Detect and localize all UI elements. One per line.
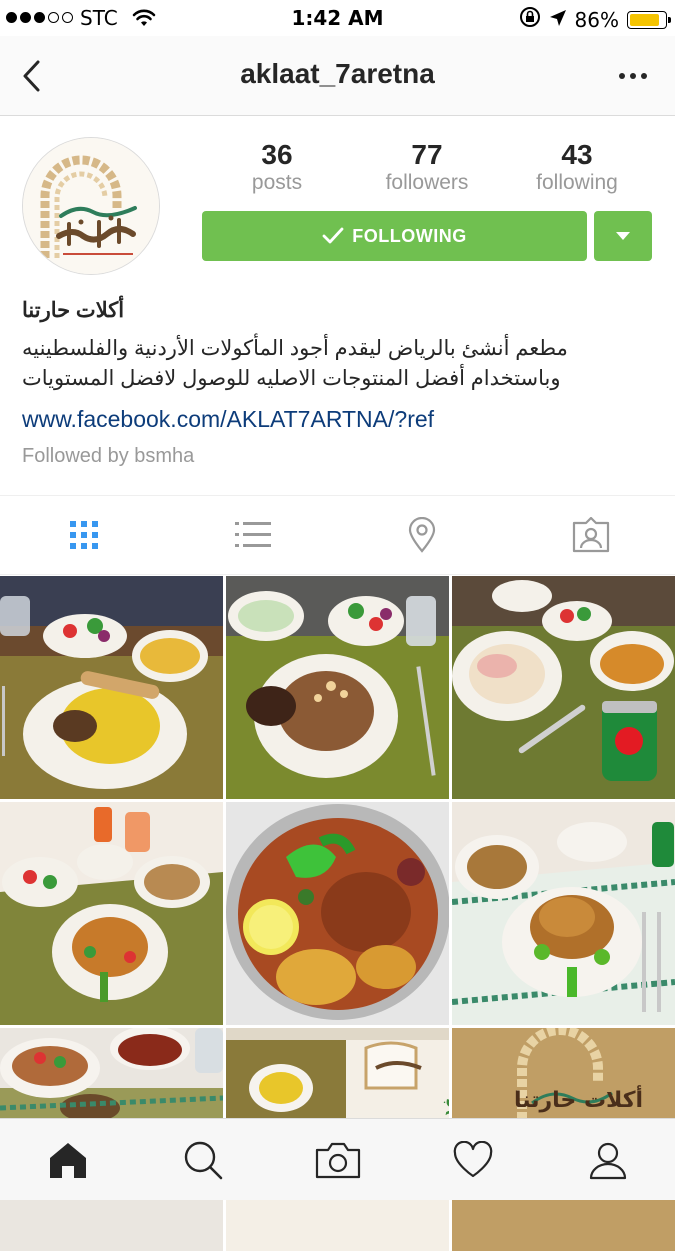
food-photo-image bbox=[226, 576, 449, 799]
battery-percent: 86% bbox=[574, 7, 619, 32]
followers-count: 77 bbox=[411, 139, 443, 170]
profile-bio: أكلات حارتنا مطعم أنشئ بالرياض ليقدم أجو… bbox=[22, 296, 652, 470]
heart-icon bbox=[453, 1140, 492, 1177]
camera-icon bbox=[315, 1142, 360, 1178]
following-button[interactable]: FOLLOWING bbox=[202, 211, 587, 261]
following-button-label: FOLLOWING bbox=[352, 225, 467, 246]
post-thumbnail[interactable] bbox=[0, 802, 223, 1025]
tab-location[interactable] bbox=[338, 496, 507, 574]
status-bar: STC 1:42 AM 86% bbox=[0, 0, 675, 36]
grid-icon bbox=[70, 521, 99, 549]
bio-text: مطعم أنشئ بالرياض ليقدم أجود المأكولات ا… bbox=[22, 337, 568, 390]
avatar[interactable] bbox=[22, 137, 160, 275]
tab-home[interactable] bbox=[0, 1119, 135, 1200]
food-photo-image bbox=[452, 576, 675, 799]
bio-link[interactable]: www.facebook.com/AKLAT7ARTNA/?ref bbox=[22, 404, 652, 434]
tab-camera[interactable] bbox=[270, 1119, 405, 1200]
post-thumbnail[interactable] bbox=[452, 576, 675, 799]
page-title: aklaat_7aretna bbox=[240, 58, 435, 89]
home-icon bbox=[49, 1142, 86, 1178]
location-arrow-icon bbox=[549, 8, 567, 32]
restaurant-logo bbox=[23, 138, 159, 274]
battery-level bbox=[630, 13, 660, 26]
posts-count: 36 bbox=[261, 139, 293, 170]
logo-text: أكلات حارتنا bbox=[514, 1088, 644, 1113]
navigation-bar: aklaat_7aretna bbox=[0, 36, 675, 116]
profile-icon bbox=[589, 1142, 626, 1179]
profile-name: أكلات حارتنا bbox=[22, 299, 125, 322]
following-count: 43 bbox=[561, 139, 593, 170]
stat-followers[interactable]: 77 followers bbox=[352, 138, 502, 194]
status-right: 86% bbox=[519, 6, 671, 33]
suggestions-dropdown-button[interactable] bbox=[594, 211, 652, 261]
location-pin-icon bbox=[408, 517, 435, 553]
post-thumbnail[interactable] bbox=[226, 802, 449, 1025]
food-photo-image bbox=[226, 802, 449, 1025]
tab-search[interactable] bbox=[135, 1119, 270, 1200]
stat-posts[interactable]: 36 posts bbox=[202, 138, 352, 194]
bottom-navigation bbox=[0, 1118, 675, 1200]
profile-stats: 36 posts 77 followers 43 following bbox=[202, 138, 652, 194]
food-photo-image bbox=[0, 802, 223, 1025]
search-icon bbox=[184, 1141, 222, 1179]
post-thumbnail[interactable] bbox=[226, 576, 449, 799]
posts-label: posts bbox=[251, 171, 303, 194]
profile-tabs bbox=[0, 495, 675, 575]
followed-by-text[interactable]: Followed by bsmha bbox=[22, 442, 652, 470]
followers-label: followers bbox=[385, 171, 469, 194]
tagged-photos-icon bbox=[572, 517, 609, 553]
tab-grid[interactable] bbox=[0, 496, 169, 574]
following-label: following bbox=[536, 171, 618, 194]
tab-activity[interactable] bbox=[405, 1119, 540, 1200]
food-photo-image bbox=[452, 802, 675, 1025]
battery-icon bbox=[627, 10, 671, 29]
tab-profile[interactable] bbox=[540, 1119, 675, 1200]
list-icon bbox=[235, 522, 272, 547]
tab-list[interactable] bbox=[169, 496, 338, 574]
food-photo-image bbox=[0, 576, 223, 799]
stat-following[interactable]: 43 following bbox=[502, 138, 652, 194]
caret-down-icon bbox=[616, 232, 630, 240]
more-dot bbox=[630, 73, 636, 79]
checkmark-icon bbox=[322, 227, 344, 244]
rotation-lock-icon bbox=[519, 6, 541, 33]
more-dot bbox=[641, 73, 647, 79]
more-horizontal-icon bbox=[619, 73, 625, 79]
more-options-button[interactable] bbox=[613, 66, 653, 86]
post-thumbnail[interactable] bbox=[452, 802, 675, 1025]
tab-tagged[interactable] bbox=[506, 496, 675, 574]
post-thumbnail[interactable] bbox=[0, 576, 223, 799]
